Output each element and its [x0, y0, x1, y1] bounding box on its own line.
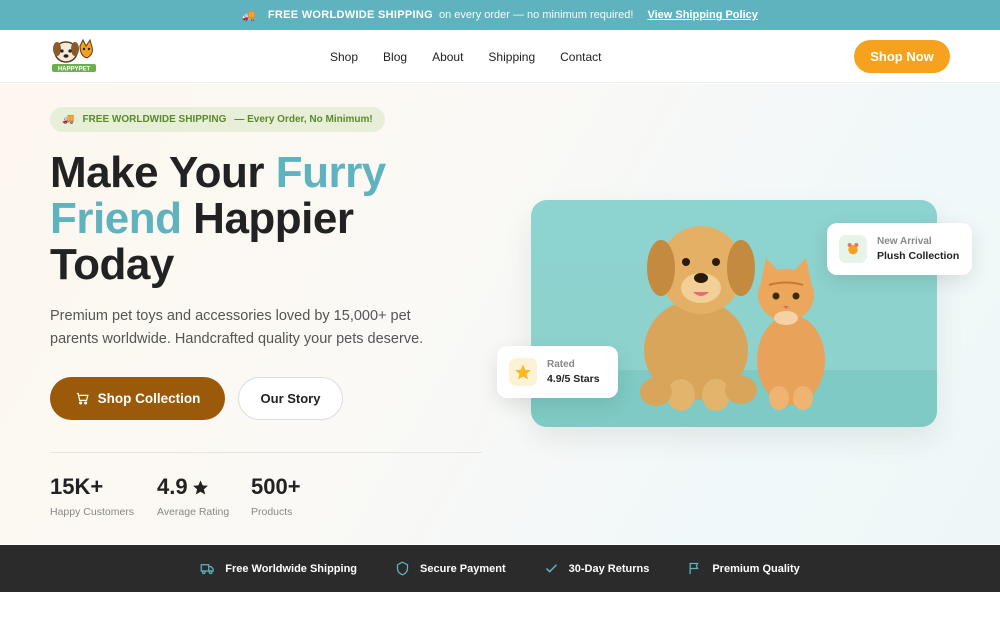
main-nav: Shop Blog About Shipping Contact	[330, 30, 602, 83]
flag-icon	[689, 562, 699, 575]
rated-card: Rated 4.9/5 Stars	[497, 346, 618, 398]
new-arrival-card: New Arrival Plush Collection	[827, 223, 972, 275]
announcement-text: on every order — no minimum required!	[439, 9, 634, 21]
shop-collection-button[interactable]: Shop Collection	[50, 377, 225, 420]
feature-quality: Premium Quality	[687, 561, 800, 576]
nav-shop[interactable]: Shop	[330, 50, 358, 64]
stat-customers: 15K+ Happy Customers	[50, 474, 134, 518]
logo-text: HAPPYPET	[58, 67, 91, 73]
shipping-policy-link[interactable]: View Shipping Policy	[647, 9, 757, 21]
pill-bold: FREE WORLDWIDE SHIPPING	[82, 114, 227, 125]
plush-toy-icon	[839, 235, 867, 263]
new-arrival-title: Plush Collection	[877, 250, 960, 262]
stat-label: Happy Customers	[50, 506, 135, 518]
nav-blog[interactable]: Blog	[383, 50, 407, 64]
logo-pets-icon: HAPPYPET	[52, 38, 96, 73]
logo[interactable]: HAPPYPET	[50, 38, 98, 74]
truck-icon: 🚚	[242, 9, 256, 22]
stat-rating: 4.9 Average Rating	[157, 474, 229, 518]
our-story-button[interactable]: Our Story	[238, 377, 343, 420]
site-header: HAPPYPET Shop Blog About Shipping Contac…	[0, 30, 1000, 83]
feature-shipping: Free Worldwide Shipping	[200, 561, 357, 576]
stat-value: 15K+	[50, 474, 104, 499]
stats-divider	[50, 452, 482, 453]
nav-shipping[interactable]: Shipping	[488, 50, 535, 64]
stat-label: Average Rating	[157, 506, 230, 518]
pill-text: — Every Order, No Minimum!	[234, 114, 373, 125]
announcement-bar: 🚚 FREE WORLDWIDE SHIPPING on every order…	[0, 0, 1000, 30]
announcement-bold: FREE WORLDWIDE SHIPPING	[267, 9, 434, 21]
shop-collection-label: Shop Collection	[97, 391, 201, 406]
truck-icon: 🚚	[62, 114, 75, 125]
headline-accent2: Friend	[50, 194, 182, 243]
feature-label: Premium Quality	[712, 562, 800, 575]
rated-title: 4.9/5 Stars	[547, 373, 600, 385]
feature-returns: 30-Day Returns	[544, 561, 650, 576]
star-icon	[192, 479, 208, 495]
feature-label: Secure Payment	[420, 562, 506, 575]
headline-part1: Make Your	[50, 148, 276, 197]
check-icon	[545, 564, 557, 573]
rated-label: Rated	[547, 359, 575, 370]
new-arrival-label: New Arrival	[877, 236, 932, 247]
rating-value: 4.9	[157, 474, 188, 499]
shop-now-button[interactable]: Shop Now	[854, 40, 950, 73]
hero-section: 🚚 FREE WORLDWIDE SHIPPING — Every Order,…	[0, 84, 1000, 544]
star-icon	[509, 358, 537, 386]
shield-icon	[396, 561, 409, 576]
headline-part3: Today	[50, 240, 174, 289]
truck-icon	[200, 564, 214, 575]
stat-label: Products	[251, 506, 293, 518]
cart-icon	[76, 392, 89, 405]
features-bar: Free Worldwide Shipping Secure Payment 3…	[0, 545, 1000, 592]
feature-secure: Secure Payment	[395, 561, 506, 576]
feature-label: Free Worldwide Shipping	[225, 562, 358, 575]
shipping-pill: 🚚 FREE WORLDWIDE SHIPPING — Every Order,…	[50, 107, 385, 132]
hero-subtext: Premium pet toys and accessories loved b…	[50, 308, 424, 347]
hero-headline: Make Your Furry Friend Happier Today	[50, 150, 480, 288]
stat-value: 4.9	[157, 474, 229, 500]
headline-accent1: Furry	[275, 148, 386, 197]
nav-about[interactable]: About	[432, 50, 463, 64]
feature-label: 30-Day Returns	[568, 562, 650, 575]
headline-part2: Happier	[181, 194, 354, 243]
nav-contact[interactable]: Contact	[560, 50, 601, 64]
stat-value: 500+	[251, 474, 301, 499]
stat-products: 500+ Products	[251, 474, 301, 518]
